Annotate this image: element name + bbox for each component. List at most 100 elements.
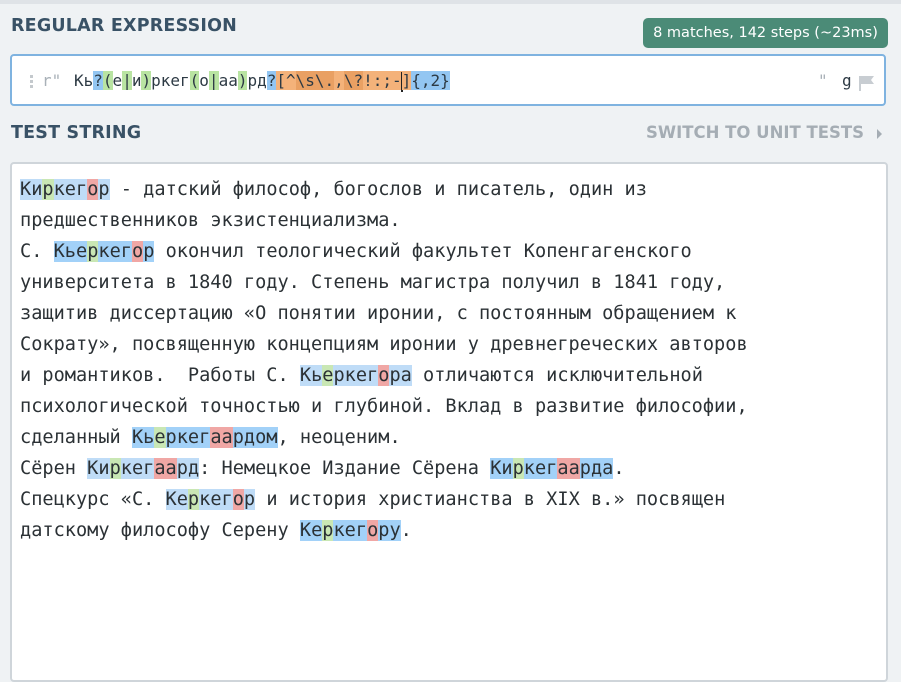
test-string-line: защитив диссертацию «О понятии иронии, с… (20, 298, 748, 329)
regex-token: !:;- (363, 71, 402, 90)
plain-text: сделанный (20, 427, 132, 448)
match-info-badge: 8 matches, 142 steps (~23ms) (643, 18, 888, 48)
regex-delimiter-close: " (818, 71, 828, 90)
test-string-line: университета в 1840 году. Степень магист… (20, 267, 748, 298)
match-highlight: кег (98, 241, 132, 262)
regex-token: ) (141, 71, 152, 90)
regex-token: е (112, 71, 123, 90)
regex-token: | (122, 71, 132, 90)
test-string-line: предшественников экзистенциализма. (20, 205, 748, 236)
regex-flags[interactable]: g (842, 69, 852, 93)
plain-text: Сёрен (20, 458, 88, 479)
test-string-line: С. Кьеркегор окончил теологический факул… (20, 236, 748, 267)
match-highlight: аа (210, 427, 233, 448)
match-highlight: Ки (20, 179, 43, 200)
regex-token: о (199, 71, 209, 90)
regex-input[interactable]: r" Кь?(е|и)ркег(о|аа)рд?[^\s\.,\?!:;-]{,… (10, 54, 886, 106)
test-string-line: и романтиков. Работы С. Кьеркегора отлич… (20, 360, 748, 391)
match-highlight: о (367, 520, 379, 541)
regex-token: \? (343, 71, 364, 90)
test-string-line: Сократу», посвященную концепциям иронии … (20, 329, 748, 360)
test-string-line: Киркегор - датский философ, богослов и п… (20, 174, 748, 205)
regex-token: рд (247, 71, 267, 90)
plain-text: окончил теологический факультет Копенгаг… (154, 241, 692, 262)
match-highlight: е (322, 365, 334, 386)
match-highlight: о (378, 365, 390, 386)
plain-text: : Немецкое Издание Сёрена (199, 458, 491, 479)
plain-text: защитив диссертацию «О понятии иронии, с… (20, 303, 737, 324)
plain-text: - датский философ, богослов и писатель, … (109, 179, 647, 200)
match-highlight: р (187, 489, 200, 510)
test-string-line: психологической точностью и глубиной. Вк… (20, 391, 748, 422)
test-string-line: датскому философу Серену Керкегору. (20, 515, 748, 546)
switch-to-unit-tests-link[interactable]: SWITCH TO UNIT TESTS (646, 123, 886, 145)
plain-text: отличаются исключительной (411, 365, 703, 386)
test-string-title: TEST STRING (11, 123, 142, 143)
regex-token: [^ (276, 71, 296, 90)
match-highlight: рдом (232, 427, 278, 448)
plain-text: Сократу», посвященную концепциям иронии … (20, 334, 748, 355)
regex-delimiter-open: r" (42, 71, 62, 90)
match-highlight: ру (378, 520, 401, 541)
regex-token: ? (266, 71, 277, 90)
plain-text: , неоценим. (277, 427, 401, 448)
match-highlight: кег (199, 489, 233, 510)
plain-text: и романтиков. Работы С. (20, 365, 300, 386)
match-highlight: Ки (490, 458, 513, 479)
chevron-right-icon (877, 129, 882, 139)
plain-text: . (400, 520, 412, 541)
match-highlight: е (154, 427, 166, 448)
match-highlight: р (512, 458, 524, 479)
match-highlight: кег (523, 458, 558, 479)
match-highlight: Кь (299, 365, 323, 386)
match-highlight: о (131, 241, 144, 262)
plain-text: С. (20, 241, 54, 262)
regex-token: ] (401, 71, 412, 90)
match-highlight: рд (176, 458, 200, 479)
regex-token: аа (218, 71, 238, 90)
match-highlight: о (232, 489, 244, 510)
regex-token: ? (93, 71, 103, 90)
regex-token: \s (295, 71, 315, 90)
regex-token: ( (189, 71, 200, 90)
match-highlight: о (87, 179, 99, 200)
match-highlight: Кье (53, 241, 88, 262)
match-highlight: ркег (165, 427, 211, 448)
test-string-line: Сёрен Киркегаард: Немецкое Издание Сёрен… (20, 453, 748, 484)
match-highlight: кег (53, 179, 88, 200)
plain-text: предшественников экзистенциализма. (20, 210, 401, 231)
regex-token: {,2} (411, 71, 450, 90)
match-highlight: Ки (87, 458, 110, 479)
top-divider (0, 0, 901, 4)
match-highlight: р (143, 241, 155, 262)
regex-pattern[interactable]: Кь?(е|и)ркег(о|аа)рд?[^\s\.,\?!:;-]{,2} (74, 69, 450, 93)
regex-token: Кь (74, 71, 94, 90)
plain-text: датскому философу Серену (20, 520, 300, 541)
match-highlight: р (42, 179, 54, 200)
match-highlight: ра (389, 365, 412, 386)
match-highlight: р (87, 241, 99, 262)
plain-text: университета в 1840 году. Степень магист… (20, 272, 726, 293)
plain-text: . (613, 458, 625, 479)
match-highlight: аа (557, 458, 580, 479)
regex-token: , (334, 71, 344, 90)
test-string-line: сделанный Кьеркегаардом, неоценим. (20, 422, 748, 453)
switch-to-unit-tests-label: SWITCH TO UNIT TESTS (646, 123, 865, 142)
match-highlight: р (109, 458, 121, 479)
match-highlight: аа (154, 458, 177, 479)
plain-text: психологической точностью и глубиной. Вк… (20, 396, 748, 417)
test-string-text[interactable]: Киркегор - датский философ, богослов и п… (20, 174, 748, 546)
plain-text: Спецкурс «С. (20, 489, 166, 510)
regex-token: | (208, 71, 219, 90)
match-highlight: р (322, 520, 334, 541)
regex-token: \. (314, 71, 335, 90)
regex-section-title: REGULAR EXPRESSION (11, 16, 238, 36)
match-highlight: р (98, 179, 110, 200)
test-string-editor[interactable]: Киркегор - датский философ, богослов и п… (10, 162, 888, 682)
drag-handle-icon[interactable] (30, 75, 36, 89)
match-highlight: Ке (165, 489, 188, 510)
match-highlight: Кь (131, 427, 155, 448)
flag-icon[interactable] (858, 75, 876, 91)
match-highlight: кег (120, 458, 155, 479)
match-highlight: рда (579, 458, 614, 479)
